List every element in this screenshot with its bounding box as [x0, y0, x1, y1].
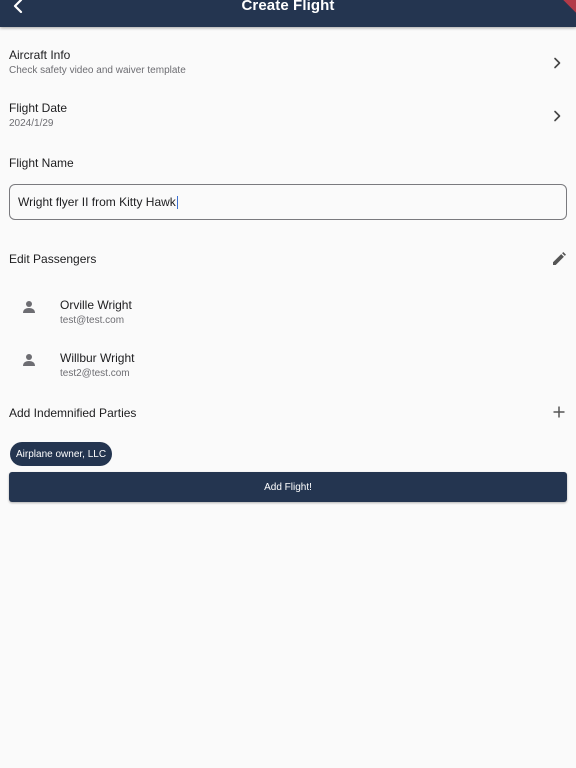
- passenger-item[interactable]: Orville Wright test@test.com: [0, 290, 576, 330]
- flight-name-input[interactable]: Wright flyer II from Kitty Hawk: [9, 184, 567, 220]
- flight-name-label: Flight Name: [9, 156, 74, 170]
- passenger-name: Willbur Wright: [60, 351, 135, 365]
- person-icon: [22, 353, 36, 367]
- passenger-item[interactable]: Willbur Wright test2@test.com: [0, 343, 576, 383]
- person-icon: [22, 300, 36, 314]
- flight-date-value: 2024/1/29: [9, 118, 54, 129]
- aircraft-info-row[interactable]: Aircraft Info Check safety video and wai…: [9, 48, 567, 82]
- aircraft-info-title: Aircraft Info: [9, 48, 71, 62]
- add-flight-button[interactable]: Add Flight!: [9, 472, 567, 502]
- passenger-email: test2@test.com: [60, 368, 130, 379]
- indemnified-party-chip[interactable]: Airplane owner, LLC: [10, 442, 113, 466]
- indemnified-parties-title: Add Indemnified Parties: [9, 406, 137, 420]
- page-title: Create Flight: [241, 0, 335, 14]
- edit-passengers-title: Edit Passengers: [9, 252, 97, 266]
- flight-date-row[interactable]: Flight Date 2024/1/29: [9, 101, 567, 135]
- app-bar: Create Flight: [0, 0, 576, 27]
- aircraft-info-subtitle: Check safety video and waiver template: [9, 65, 186, 76]
- pencil-icon[interactable]: [551, 251, 567, 267]
- flight-date-title: Flight Date: [9, 101, 68, 115]
- text-caret: [176, 195, 178, 209]
- chevron-right-icon: [552, 56, 562, 69]
- plus-icon[interactable]: [551, 404, 567, 420]
- passenger-name: Orville Wright: [60, 298, 132, 312]
- passenger-email: test@test.com: [60, 315, 125, 326]
- chevron-right-icon: [552, 109, 562, 122]
- flight-name-value: Wright flyer II from Kitty Hawk: [18, 195, 176, 209]
